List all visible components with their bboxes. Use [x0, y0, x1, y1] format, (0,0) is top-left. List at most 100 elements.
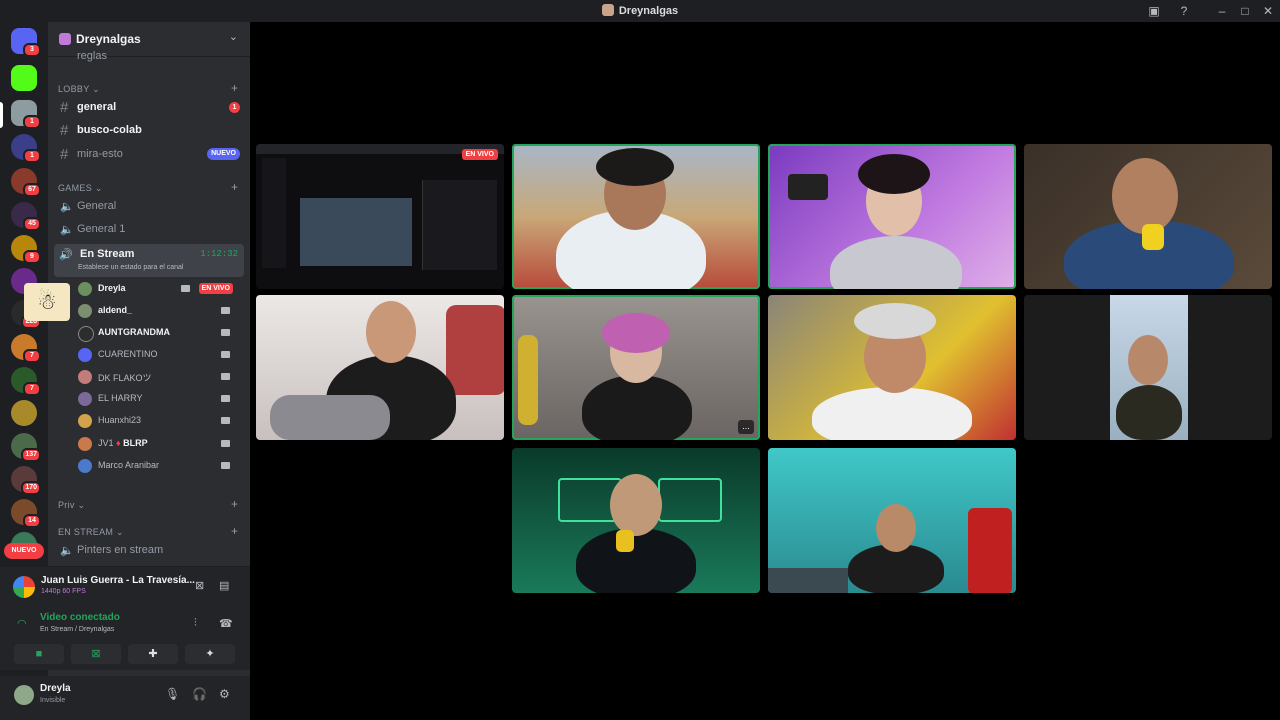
voice-member[interactable]: CUARENTINO [78, 345, 238, 365]
music-disc-icon [13, 576, 35, 598]
camera-icon [221, 373, 230, 380]
category-priv[interactable]: Priv ⌄ [58, 500, 85, 511]
noise-suppression-icon[interactable]: ⫶ [194, 617, 197, 630]
gear-icon[interactable]: ⚙ [219, 687, 230, 701]
speaker-icon: 🔈 [60, 545, 74, 557]
hash-icon: # [60, 99, 69, 116]
speaker-icon: 🔈 [60, 201, 74, 213]
inbox-icon[interactable]: ▣ [1146, 3, 1162, 19]
category-games[interactable]: GAMES ⌄ [58, 183, 103, 194]
camera-button[interactable]: ■ [14, 644, 64, 664]
user-sticker-icon: ☃ [24, 283, 70, 321]
video-tile[interactable] [256, 295, 504, 440]
stop-stream-icon[interactable]: ⊠ [195, 579, 209, 593]
speaker-active-icon: 🔊 [59, 249, 73, 261]
video-tile[interactable] [512, 448, 760, 593]
headphones-icon[interactable]: 🎧 [192, 687, 207, 701]
screen-share-button[interactable]: ⊠ [71, 644, 121, 664]
new-servers-pill[interactable]: NUEVO [4, 543, 44, 559]
video-tile[interactable] [768, 295, 1016, 440]
channel-general[interactable]: # general 1 [56, 97, 244, 119]
signal-icon: ◠ [17, 618, 27, 630]
camera-icon [221, 351, 230, 358]
avatar [78, 282, 92, 296]
avatar[interactable] [14, 685, 34, 705]
server-boost-icon [59, 33, 71, 45]
voice-channel-general-1[interactable]: 🔈 General 1 [56, 219, 244, 241]
activities-button[interactable]: ✚ [128, 644, 178, 664]
camera-icon [221, 307, 230, 314]
voice-member[interactable]: JV1 ♦ BLRP [78, 434, 238, 454]
video-tile[interactable] [768, 144, 1016, 289]
avatar [78, 414, 92, 428]
voice-member[interactable]: Huanxhi23 [78, 411, 238, 431]
camera-icon [221, 440, 230, 447]
channel-busco-colab[interactable]: # busco-colab [56, 120, 244, 142]
avatar [78, 304, 92, 318]
voice-member[interactable]: aldend_ [78, 301, 238, 321]
server-icon[interactable]: 14 [11, 499, 41, 528]
camera-icon [221, 395, 230, 402]
server-icon[interactable] [11, 400, 37, 426]
voice-member[interactable]: Marco Aranibar [78, 456, 238, 476]
server-kick-icon[interactable] [11, 65, 37, 91]
chevron-down-icon: ⌄ [228, 31, 238, 43]
server-icon[interactable]: 9 [11, 235, 41, 264]
camera-icon [221, 417, 230, 424]
add-channel-icon[interactable]: + [231, 180, 238, 194]
server-icon[interactable]: 170 [11, 466, 41, 495]
stream-settings-icon[interactable]: ▤ [219, 579, 233, 593]
voice-member[interactable]: Dreyla EN VIVO [78, 279, 238, 299]
home-discord-icon[interactable]: 3 [11, 28, 41, 57]
window-title: Dreynalgas [0, 4, 1280, 17]
server-icon[interactable]: 67 [11, 168, 41, 197]
hash-icon: # [60, 146, 69, 163]
server-icon[interactable]: 1 [11, 134, 41, 163]
close-icon[interactable]: ✕ [1260, 3, 1276, 19]
video-tile[interactable] [512, 144, 760, 289]
server-icon[interactable]: 7 [11, 367, 41, 396]
channel-reglas[interactable]: reglas [56, 50, 244, 64]
avatar [78, 437, 92, 451]
voice-member[interactable]: EL HARRY [78, 389, 238, 409]
category-en-stream[interactable]: EN STREAM ⌄ [58, 527, 124, 538]
stream-tile[interactable]: EN VIVO [256, 144, 504, 289]
soundboard-button[interactable]: ✦ [185, 644, 235, 664]
camera-icon [221, 329, 230, 336]
speaker-icon: 🔈 [60, 224, 74, 236]
channel-mira-esto[interactable]: # mira-esto NUEVO [56, 144, 244, 166]
video-tile[interactable]: ... [512, 295, 760, 440]
voice-channel-general[interactable]: 🔈 General [56, 196, 244, 218]
voice-channel-en-stream[interactable]: 🔊 En Stream 1:12:32 Establece un estado … [54, 244, 244, 277]
hash-icon: # [60, 122, 69, 139]
video-tile[interactable] [1024, 144, 1272, 289]
title-bar: Dreynalgas ▣ ? – □ ✕ [0, 0, 1280, 22]
category-lobby[interactable]: LOBBY ⌄ [58, 84, 100, 95]
add-channel-icon[interactable]: + [231, 81, 238, 95]
server-icon[interactable]: 7 [11, 334, 41, 363]
add-channel-icon[interactable]: + [231, 497, 238, 511]
voice-member[interactable]: AUNTGRANDMA [78, 323, 238, 343]
video-tile[interactable] [1024, 295, 1272, 440]
camera-icon [181, 285, 190, 292]
avatar [78, 326, 94, 342]
more-options-icon[interactable]: ... [738, 420, 754, 434]
voice-member[interactable]: DK FLAKOツ [78, 367, 238, 387]
fire-icon: ♦ [116, 438, 121, 448]
now-playing-panel: Juan Luis Guerra - La Travesía... 1440p … [0, 566, 250, 607]
maximize-icon[interactable]: □ [1237, 3, 1253, 19]
camera-icon [221, 462, 230, 469]
voice-channel-pinters[interactable]: 🔈 Pinters en stream [56, 540, 244, 562]
video-stage: EN VIVO ... [250, 22, 1280, 720]
avatar [78, 370, 92, 384]
minimize-icon[interactable]: – [1214, 3, 1230, 19]
help-icon[interactable]: ? [1176, 3, 1192, 19]
video-tile[interactable] [768, 448, 1016, 593]
add-channel-icon[interactable]: + [231, 524, 238, 538]
server-icon[interactable]: 45 [11, 202, 41, 231]
microphone-icon[interactable]: 🎙 [165, 687, 180, 701]
avatar [78, 348, 92, 362]
disconnect-icon[interactable]: ☎ [219, 617, 233, 630]
server-dreynalgas-icon[interactable]: 1 [11, 100, 41, 129]
server-icon[interactable]: 137 [11, 433, 41, 462]
